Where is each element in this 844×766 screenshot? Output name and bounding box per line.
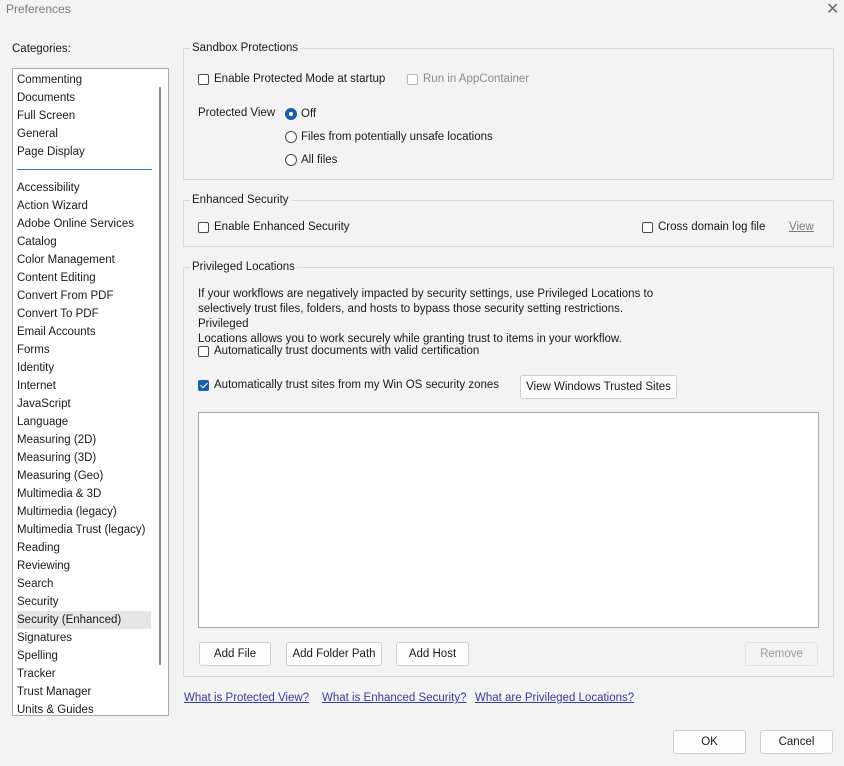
enhanced-security-checkbox[interactable] bbox=[198, 222, 209, 233]
cancel-button[interactable]: Cancel bbox=[760, 730, 833, 754]
category-item[interactable]: Trust Manager bbox=[17, 683, 151, 701]
category-item[interactable]: Catalog bbox=[17, 233, 151, 251]
privileged-locations-list[interactable] bbox=[198, 412, 819, 628]
category-item[interactable]: Content Editing bbox=[17, 269, 151, 287]
enhanced-security-label[interactable]: Enable Enhanced Security bbox=[214, 221, 350, 233]
category-item[interactable]: Adobe Online Services bbox=[17, 215, 151, 233]
appcontainer-label[interactable]: Run in AppContainer bbox=[423, 73, 529, 85]
category-item[interactable]: Color Management bbox=[17, 251, 151, 269]
category-item[interactable]: JavaScript bbox=[17, 395, 151, 413]
categories-separator bbox=[17, 169, 152, 170]
sandbox-title: Sandbox Protections bbox=[190, 42, 301, 54]
category-item[interactable]: General bbox=[17, 125, 151, 143]
category-item[interactable]: Reading bbox=[17, 539, 151, 557]
category-item[interactable]: Multimedia & 3D bbox=[17, 485, 151, 503]
view-trusted-sites-button[interactable]: View Windows Trusted Sites bbox=[520, 375, 677, 399]
category-item[interactable]: Measuring (3D) bbox=[17, 449, 151, 467]
category-item[interactable]: Page Display bbox=[17, 143, 151, 161]
protected-view-off-label[interactable]: Off bbox=[301, 108, 316, 120]
category-item[interactable]: Search bbox=[17, 575, 151, 593]
category-item[interactable]: Spelling bbox=[17, 647, 151, 665]
category-item[interactable]: Units & Guides bbox=[17, 701, 151, 715]
privileged-locations-title: Privileged Locations bbox=[190, 261, 297, 273]
category-item[interactable]: Internet bbox=[17, 377, 151, 395]
category-item[interactable]: Measuring (Geo) bbox=[17, 467, 151, 485]
protected-view-unsafe-label[interactable]: Files from potentially unsafe locations bbox=[301, 131, 493, 143]
trust-certification-checkbox[interactable] bbox=[198, 346, 209, 357]
category-item[interactable]: Email Accounts bbox=[17, 323, 151, 341]
enhanced-security-title: Enhanced Security bbox=[190, 194, 291, 206]
view-log-link[interactable]: View bbox=[789, 221, 814, 233]
category-item[interactable]: Identity bbox=[17, 359, 151, 377]
protected-view-label: Protected View bbox=[198, 107, 276, 119]
enhanced-security-help-link[interactable]: What is Enhanced Security? bbox=[322, 692, 466, 704]
category-item[interactable]: Documents bbox=[17, 89, 151, 107]
add-file-button[interactable]: Add File bbox=[199, 642, 271, 666]
privileged-description: If your workflows are negatively impacte… bbox=[198, 287, 668, 347]
add-host-button[interactable]: Add Host bbox=[396, 642, 469, 666]
protected-view-off-radio[interactable] bbox=[285, 108, 297, 120]
protected-mode-label[interactable]: Enable Protected Mode at startup bbox=[214, 73, 385, 85]
sandbox-group bbox=[183, 48, 834, 180]
cross-domain-label[interactable]: Cross domain log file bbox=[658, 221, 765, 233]
category-item[interactable]: Language bbox=[17, 413, 151, 431]
add-folder-path-button[interactable]: Add Folder Path bbox=[286, 642, 382, 666]
trust-sites-checkbox[interactable] bbox=[198, 380, 209, 391]
appcontainer-checkbox[interactable] bbox=[407, 74, 418, 85]
category-item[interactable]: Security bbox=[17, 593, 151, 611]
category-item[interactable]: Full Screen bbox=[17, 107, 151, 125]
privileged-locations-help-link[interactable]: What are Privileged Locations? bbox=[475, 692, 634, 704]
protected-mode-checkbox[interactable] bbox=[198, 74, 209, 85]
window-title: Preferences bbox=[6, 2, 71, 16]
category-item-selected[interactable]: Security (Enhanced) bbox=[17, 611, 151, 629]
privileged-description-line: selectively trust files, folders, and ho… bbox=[198, 303, 624, 330]
trust-certification-label[interactable]: Automatically trust documents with valid… bbox=[214, 345, 479, 357]
categories-label: Categories: bbox=[12, 43, 71, 55]
category-item[interactable]: Multimedia Trust (legacy) bbox=[17, 521, 151, 539]
protected-view-all-label[interactable]: All files bbox=[301, 154, 337, 166]
category-item[interactable]: Convert To PDF bbox=[17, 305, 151, 323]
close-icon[interactable]: ✕ bbox=[826, 0, 839, 19]
category-item[interactable]: Action Wizard bbox=[17, 197, 151, 215]
trust-sites-label[interactable]: Automatically trust sites from my Win OS… bbox=[214, 379, 499, 391]
categories-scrollbar[interactable] bbox=[159, 87, 161, 665]
privileged-description-line: If your workflows are negatively impacte… bbox=[198, 288, 654, 300]
category-item[interactable]: Commenting bbox=[17, 71, 151, 89]
category-item[interactable]: Accessibility bbox=[17, 179, 151, 197]
categories-list[interactable]: Commenting Documents Full Screen General… bbox=[12, 68, 169, 716]
remove-button[interactable]: Remove bbox=[745, 642, 818, 666]
category-item[interactable]: Multimedia (legacy) bbox=[17, 503, 151, 521]
protected-view-all-radio[interactable] bbox=[285, 154, 297, 166]
category-item[interactable]: Forms bbox=[17, 341, 151, 359]
protected-view-unsafe-radio[interactable] bbox=[285, 131, 297, 143]
category-item[interactable]: Reviewing bbox=[17, 557, 151, 575]
category-item[interactable]: Measuring (2D) bbox=[17, 431, 151, 449]
category-item[interactable]: Signatures bbox=[17, 629, 151, 647]
category-item[interactable]: Convert From PDF bbox=[17, 287, 151, 305]
cross-domain-checkbox[interactable] bbox=[642, 222, 653, 233]
category-item[interactable]: Tracker bbox=[17, 665, 151, 683]
ok-button[interactable]: OK bbox=[673, 730, 746, 754]
protected-view-help-link[interactable]: What is Protected View? bbox=[184, 692, 309, 704]
